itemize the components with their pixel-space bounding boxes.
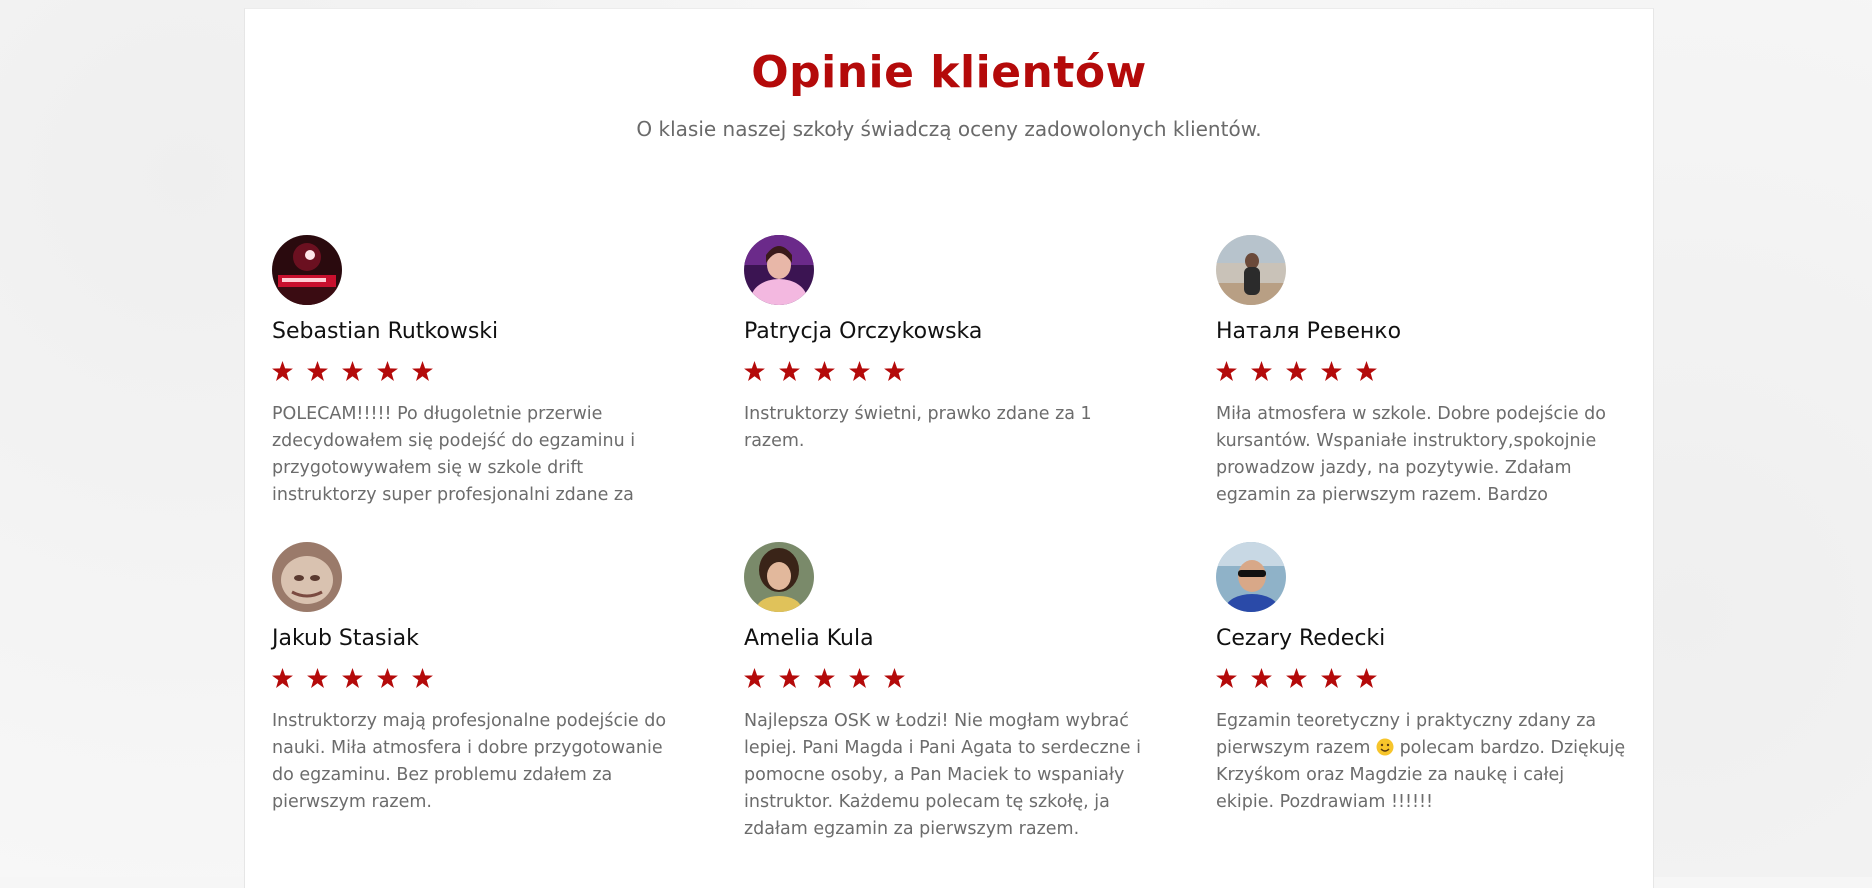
review-text: Instruktorzy świetni, prawko zdane za 1 … (744, 404, 1092, 451)
review-text: Miła atmosfera w szkole. Dobre podejście… (1216, 404, 1606, 505)
reviewer-name: Amelia Kula (744, 626, 874, 651)
reviewer-name: Patrycja Orczykowska (744, 319, 983, 344)
reviewer-avatar (744, 542, 814, 612)
star-icon (1251, 361, 1272, 381)
reviewer-avatar (1216, 235, 1286, 305)
star-icon (849, 361, 870, 381)
review-text: Najlepsza OSK w Łodzi! Nie mogłam wybrać… (744, 711, 1141, 839)
star-icon (1286, 668, 1307, 688)
section-title: Opinie klientów (751, 47, 1147, 98)
star-rating (1216, 361, 1377, 381)
star-icon (307, 668, 328, 688)
star-icon (884, 668, 905, 688)
star-icon (1356, 668, 1377, 688)
star-icon (1216, 361, 1237, 381)
star-rating (1216, 668, 1377, 688)
star-icon (1216, 668, 1237, 688)
review-text: Instruktorzy mają profesjonalne podejści… (272, 711, 667, 812)
reviewer-name: Sebastian Rutkowski (272, 319, 499, 344)
testimonials-section: Opinie klientów O klasie naszej szkoły ś… (244, 8, 1654, 888)
review-text: Egzamin teoretyczny i praktyczny zdany z… (1216, 708, 1626, 816)
star-icon (342, 361, 363, 381)
star-icon (342, 668, 363, 688)
reviewer-name: Наталя Ревенко (1216, 319, 1402, 344)
star-icon (1321, 668, 1342, 688)
reviewer-avatar (744, 235, 814, 305)
section-subtitle: O klasie naszej szkoły świadczą oceny za… (636, 117, 1262, 141)
star-icon (1356, 361, 1377, 381)
star-icon (779, 668, 800, 688)
star-icon (412, 668, 433, 688)
star-icon (377, 668, 398, 688)
star-icon (884, 361, 905, 381)
star-icon (272, 361, 293, 381)
star-icon (412, 361, 433, 381)
reviewer-name: Cezary Redecki (1216, 626, 1386, 651)
star-icon (779, 361, 800, 381)
star-rating (272, 361, 433, 381)
smiley-emoji-icon (1376, 738, 1394, 756)
star-icon (272, 668, 293, 688)
star-icon (744, 361, 765, 381)
star-icon (1286, 361, 1307, 381)
star-icon (307, 361, 328, 381)
star-rating (272, 668, 433, 688)
star-icon (377, 361, 398, 381)
star-icon (814, 668, 835, 688)
star-icon (849, 668, 870, 688)
star-icon (814, 361, 835, 381)
reviewer-avatar (272, 235, 342, 305)
review-text: POLECAM!!!!! Po długoletnie przerwie zde… (272, 404, 636, 505)
reviewer-avatar (1216, 542, 1286, 612)
star-icon (1251, 668, 1272, 688)
star-rating (744, 668, 905, 688)
star-icon (1321, 361, 1342, 381)
star-rating (744, 361, 905, 381)
reviewer-avatar (272, 542, 342, 612)
star-icon (744, 668, 765, 688)
reviewer-name: Jakub Stasiak (272, 626, 419, 651)
